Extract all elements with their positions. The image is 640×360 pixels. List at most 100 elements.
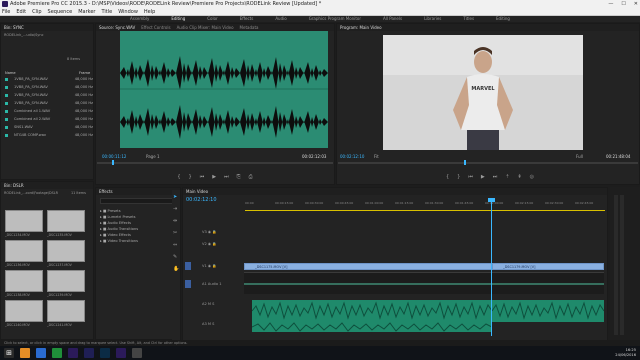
workspace-tab-editing-2[interactable]: Editing xyxy=(496,16,510,22)
source-page-select[interactable]: Page 1 xyxy=(146,154,160,159)
track-header-a1[interactable]: A1 Audio 1 xyxy=(186,280,246,289)
timeline-playhead[interactable] xyxy=(491,200,492,336)
source-playhead[interactable] xyxy=(112,160,114,165)
list-item[interactable]: 1VB8_PA_SYN.WAV 48,000 Hz xyxy=(5,84,93,90)
clip-thumbnail[interactable] xyxy=(5,300,43,322)
menu-file[interactable]: File xyxy=(2,8,10,15)
windows-start-icon[interactable]: ⊞ xyxy=(4,348,14,358)
workspace-tab-editing[interactable]: Editing xyxy=(171,16,185,22)
clip-thumbnail[interactable] xyxy=(47,300,85,322)
menu-window[interactable]: Window xyxy=(118,8,138,15)
program-scrub-bar[interactable] xyxy=(338,162,638,164)
timeline-video-clip[interactable]: _DSC1175.MOV [V] xyxy=(244,263,492,270)
program-fit-select[interactable]: Fit xyxy=(374,154,379,159)
overwrite-icon[interactable]: ⎙ xyxy=(249,174,253,182)
clip-thumbnail[interactable] xyxy=(47,270,85,292)
source-patch-a1[interactable] xyxy=(185,280,191,288)
hand-tool-icon[interactable]: ✋ xyxy=(173,266,179,272)
mark-out-icon[interactable]: } xyxy=(189,174,192,182)
minimize-button[interactable]: — xyxy=(608,0,613,8)
track-select-tool-icon[interactable]: ⇥ xyxy=(173,206,179,212)
timeline-audio-clip-a1[interactable] xyxy=(492,272,604,294)
source-audio-waveform[interactable] xyxy=(120,31,328,148)
app-icon[interactable] xyxy=(132,348,142,358)
column-name-header[interactable]: Name xyxy=(5,71,16,75)
menu-marker[interactable]: Marker xyxy=(78,8,95,15)
timeline-audio-clip-a3[interactable] xyxy=(252,322,492,332)
clip-thumbnail[interactable] xyxy=(5,210,43,232)
file-explorer-icon[interactable] xyxy=(20,348,30,358)
play-icon[interactable]: ▶ xyxy=(212,174,216,182)
mark-out-icon[interactable]: } xyxy=(457,174,460,182)
tab-metadata[interactable]: Metadata xyxy=(240,24,259,31)
list-item[interactable]: 1VB8_PA_SYN.WAV 48,000 Hz xyxy=(5,92,93,98)
menu-sequence[interactable]: Sequence xyxy=(48,8,73,15)
selection-tool-icon[interactable]: ➤ xyxy=(173,194,179,200)
timeline-audio-clip-a2[interactable] xyxy=(252,300,492,322)
workspace-tab-color[interactable]: Color xyxy=(207,16,217,22)
list-item[interactable]: Combined all 1.WAV 48,000 Hz xyxy=(5,108,93,114)
source-scrub-bar[interactable] xyxy=(97,162,333,164)
system-clock[interactable]: 16:25 24/06/2016 xyxy=(615,348,636,358)
tab-program[interactable]: Program: Main Video xyxy=(340,24,382,31)
mark-in-icon[interactable]: { xyxy=(177,174,180,182)
list-item[interactable]: Combined all 2.WAV 48,000 Hz xyxy=(5,116,93,122)
pen-tool-icon[interactable]: ✎ xyxy=(173,254,179,260)
tab-effect-controls[interactable]: Effect Controls xyxy=(141,24,170,31)
tab-source[interactable]: Source: Sync.WAV xyxy=(99,24,135,31)
ripple-edit-tool-icon[interactable]: ⇹ xyxy=(173,218,179,224)
extract-icon[interactable]: ⇞ xyxy=(517,174,521,182)
clip-thumbnail[interactable] xyxy=(47,210,85,232)
menu-help[interactable]: Help xyxy=(144,8,155,15)
chrome-icon[interactable] xyxy=(52,348,62,358)
track-header-v3[interactable]: V3 ◉ 🔒 xyxy=(186,228,246,237)
effects-folder-video-transitions[interactable]: ▸ ■ Video Transitions xyxy=(100,238,138,244)
workspace-tab-assembly[interactable]: Assembly xyxy=(130,16,149,22)
step-forward-icon[interactable]: ⏭ xyxy=(224,174,229,182)
program-timecode[interactable]: 00:02:12:10 xyxy=(340,154,364,159)
timeline-playhead-handle[interactable] xyxy=(488,198,495,202)
timeline-ruler[interactable]: 00:00 00:00:15:00 00:00:30:00 00:00:45:0… xyxy=(245,201,605,209)
close-button[interactable]: ✕ xyxy=(634,0,638,8)
insert-icon[interactable]: ⎘ xyxy=(237,174,241,182)
menu-title[interactable]: Title xyxy=(101,8,112,15)
menu-clip[interactable]: Clip xyxy=(32,8,41,15)
photoshop-icon[interactable] xyxy=(100,348,110,358)
step-forward-icon[interactable]: ⏭ xyxy=(493,174,498,182)
workspace-tab-titles[interactable]: Titles xyxy=(463,16,474,22)
media-encoder-icon[interactable] xyxy=(116,348,126,358)
program-quality-select[interactable]: Full xyxy=(576,154,583,159)
maximize-button[interactable]: ☐ xyxy=(621,0,625,8)
list-item[interactable]: SNS1.WAV 48,000 Hz xyxy=(5,124,93,130)
column-rate-header[interactable]: Frame xyxy=(79,71,90,75)
export-frame-icon[interactable]: ◎ xyxy=(530,174,534,182)
browser-icon[interactable] xyxy=(36,348,46,358)
mark-in-icon[interactable]: { xyxy=(446,174,449,182)
workspace-tab-libraries[interactable]: Libraries xyxy=(424,16,441,22)
after-effects-icon[interactable] xyxy=(84,348,94,358)
tab-effects[interactable]: Effects xyxy=(99,188,113,195)
track-header-v1[interactable]: V1 ◉ 🔒 xyxy=(186,262,246,271)
track-header-a2[interactable]: A2 M S xyxy=(186,300,246,309)
program-playhead[interactable] xyxy=(464,160,466,165)
workspace-tab-effects[interactable]: Effects xyxy=(240,16,254,22)
source-timecode-in[interactable]: 00:00:11:12 xyxy=(102,154,126,159)
list-item[interactable]: NTG4B COMP.wav 48,000 Hz xyxy=(5,132,93,138)
clip-thumbnail[interactable] xyxy=(5,240,43,262)
timeline-video-clip[interactable]: _DSC1179.MOV [V] xyxy=(492,263,604,270)
razor-tool-icon[interactable]: ✂ xyxy=(173,230,179,236)
clip-thumbnail[interactable] xyxy=(5,270,43,292)
slip-tool-icon[interactable]: ⇔ xyxy=(173,242,179,248)
tab-audio-clip-mixer[interactable]: Audio Clip Mixer: Main Video xyxy=(177,24,234,31)
step-back-icon[interactable]: ⏮ xyxy=(200,174,205,182)
workspace-tab-graphics[interactable]: Graphics Program Monitor xyxy=(309,16,361,22)
play-icon[interactable]: ▶ xyxy=(481,174,485,182)
premiere-pro-icon[interactable] xyxy=(68,348,78,358)
menu-edit[interactable]: Edit xyxy=(16,8,26,15)
timeline-audio-clip-a2[interactable] xyxy=(492,300,604,322)
lift-icon[interactable]: ⇡ xyxy=(505,174,509,182)
source-patch-v1[interactable] xyxy=(185,262,191,270)
effects-search-input[interactable] xyxy=(100,198,178,204)
track-header-v2[interactable]: V2 ◉ 🔒 xyxy=(186,240,246,249)
workspace-tab-audio[interactable]: Audio xyxy=(275,16,286,22)
